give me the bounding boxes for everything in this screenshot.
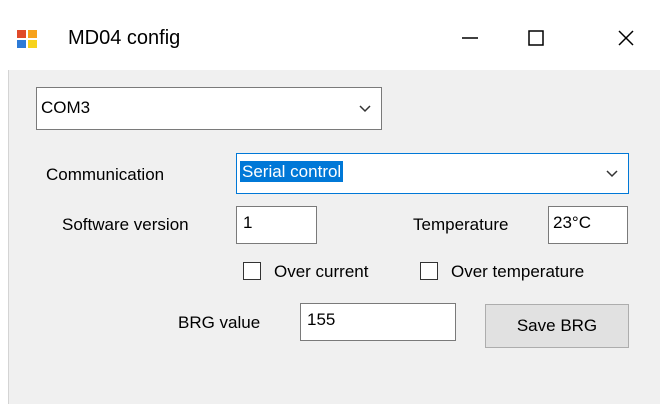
temperature-label: Temperature [413,215,509,234]
software-version-value: 1 [243,213,253,232]
over-temperature-checkbox[interactable] [420,262,438,280]
brg-value-field[interactable]: 155 [300,303,456,341]
window-border [8,70,9,404]
communication-select[interactable]: Serial control [236,153,629,194]
chevron-down-icon [359,105,371,113]
minimize-button[interactable] [440,18,500,58]
software-version-field[interactable]: 1 [236,206,317,244]
communication-label: Communication [46,165,165,184]
temperature-field[interactable]: 23°C [548,206,628,244]
brg-value-label: BRG value [178,313,261,332]
over-current-checkbox[interactable] [243,262,261,280]
maximize-button[interactable] [506,18,566,58]
maximize-icon [528,30,544,46]
communication-select-value: Serial control [240,161,344,182]
app-window: MD04 config COM3 Communication Serial co… [0,0,660,404]
port-select-value: COM3 [41,98,91,117]
over-current-label: Over current [274,262,369,281]
close-button[interactable] [596,18,656,58]
minimize-icon [462,37,478,39]
chevron-down-icon [606,170,618,178]
close-icon [618,30,634,46]
software-version-label: Software version [62,215,189,234]
port-select[interactable]: COM3 [36,87,382,130]
brg-value: 155 [307,310,336,329]
title-bar[interactable]: MD04 config [0,0,660,70]
temperature-value: 23°C [553,213,591,232]
save-brg-button-label: Save BRG [516,316,598,335]
over-temperature-label: Over temperature [451,262,585,281]
window-title: MD04 config [68,27,181,49]
app-icon [17,30,37,48]
save-brg-button[interactable]: Save BRG [485,304,629,348]
